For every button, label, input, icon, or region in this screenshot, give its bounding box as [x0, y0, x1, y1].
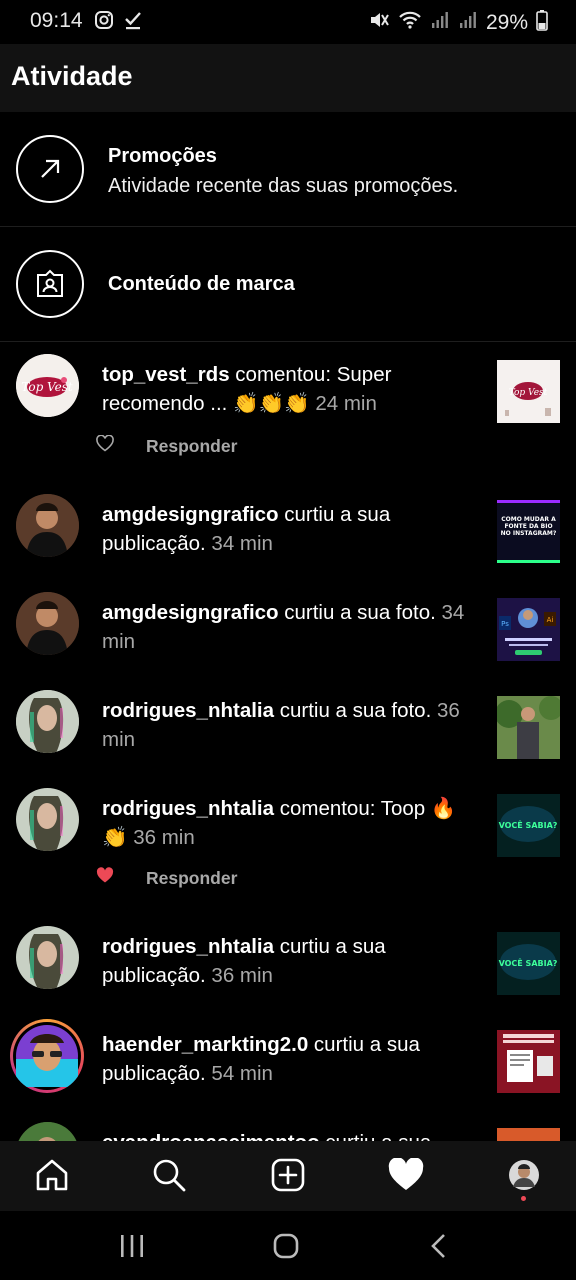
- avatar[interactable]: [16, 690, 79, 753]
- activity-item[interactable]: haender_markting2.0 curtiu a sua publica…: [0, 1018, 576, 1116]
- notification-dot: [521, 1196, 526, 1201]
- activity-item[interactable]: Top Vest top_vest_rds comentou: Super re…: [0, 342, 576, 482]
- post-thumbnail[interactable]: VOCÊ SABIA?: [497, 932, 560, 995]
- post-thumbnail[interactable]: [497, 1128, 560, 1141]
- reply-row: Responder: [96, 434, 237, 458]
- thumb-caption: COMO MUDAR A FONTE DA BIO NO INSTAGRAM?: [500, 516, 557, 537]
- avatar[interactable]: [16, 788, 79, 851]
- activity-item[interactable]: rodrigues_nhtalia curtiu a sua foto. 36 …: [0, 678, 576, 776]
- activity-text: top_vest_rds comentou: Super recomendo .…: [102, 363, 392, 415]
- back-icon[interactable]: [428, 1232, 450, 1265]
- reply-button[interactable]: Responder: [146, 436, 237, 457]
- avatar[interactable]: [16, 1122, 79, 1141]
- battery-percent: 29%: [485, 10, 528, 34]
- wifi-icon: [398, 10, 422, 35]
- story-ring-avatar[interactable]: [10, 1019, 84, 1093]
- reply-row: Responder: [96, 866, 237, 890]
- thumb-caption: VOCÊ SABIA?: [499, 957, 558, 968]
- like-comment-heart-icon[interactable]: [96, 434, 114, 457]
- activity-username[interactable]: rodrigues_nhtalia: [102, 935, 274, 958]
- liked-heart-icon[interactable]: [96, 867, 114, 889]
- svg-text:Ai: Ai: [547, 616, 554, 624]
- mute-icon: [368, 9, 390, 36]
- system-navigation: [0, 1211, 576, 1280]
- activity-text: rodrigues_nhtalia curtiu a sua foto. 36 …: [102, 699, 460, 751]
- signal-icon: [430, 10, 450, 35]
- activity-username[interactable]: rodrigues_nhtalia: [102, 797, 274, 820]
- bottom-navigation: [0, 1141, 576, 1211]
- activity-text: rodrigues_nhtalia curtiu a sua publicaçã…: [102, 935, 386, 987]
- activity-username[interactable]: haender_markting2.0: [102, 1033, 308, 1056]
- activity-text: amgdesigngrafico curtiu a sua foto. 34 m…: [102, 601, 465, 653]
- post-thumbnail[interactable]: VOCÊ SABIA?: [497, 794, 560, 857]
- post-thumbnail[interactable]: Ps Ai: [497, 598, 560, 661]
- search-icon[interactable]: [149, 1155, 189, 1195]
- page-title: Atividade: [11, 61, 133, 91]
- activity-item[interactable]: evandroanascimentoo curtiu a sua: [0, 1116, 576, 1141]
- status-time: 09:14: [30, 9, 83, 32]
- page-header: Atividade: [0, 44, 576, 112]
- activity-username[interactable]: top_vest_rds: [102, 363, 230, 386]
- thumb-logo-text: Top Vest: [509, 388, 548, 398]
- status-bar: 09:14 29%: [0, 0, 576, 44]
- branded-content-title: Conteúdo de marca: [108, 273, 295, 295]
- signal-icon: [458, 10, 478, 35]
- activity-item[interactable]: rodrigues_nhtalia comentou: Toop 🔥 👏 36 …: [0, 776, 576, 920]
- activity-item[interactable]: amgdesigngrafico curtiu a sua publicação…: [0, 482, 576, 580]
- promotions-subtitle: Atividade recente das suas promoções.: [108, 175, 459, 197]
- profile-avatar[interactable]: [504, 1155, 544, 1195]
- branded-content-row[interactable]: Conteúdo de marca: [0, 227, 576, 342]
- avatar[interactable]: Top Vest: [16, 354, 79, 417]
- activity-heart-icon[interactable]: [386, 1155, 426, 1195]
- activity-text: evandroanascimentoo curtiu a sua: [102, 1128, 480, 1141]
- check-icon: [124, 10, 142, 35]
- activity-item[interactable]: rodrigues_nhtalia curtiu a sua publicaçã…: [0, 920, 576, 1018]
- activity-username[interactable]: amgdesigngrafico: [102, 601, 279, 624]
- recent-apps-icon[interactable]: [118, 1233, 146, 1264]
- svg-text:Ps: Ps: [501, 620, 509, 628]
- avatar[interactable]: [16, 592, 79, 655]
- post-thumbnail[interactable]: COMO MUDAR A FONTE DA BIO NO INSTAGRAM?: [497, 500, 560, 563]
- promotions-title: Promoções: [108, 145, 217, 167]
- home-icon[interactable]: [32, 1155, 72, 1195]
- avatar[interactable]: [16, 494, 79, 557]
- activity-text: amgdesigngrafico curtiu a sua publicação…: [102, 503, 391, 555]
- activity-username[interactable]: rodrigues_nhtalia: [102, 699, 274, 722]
- new-post-icon[interactable]: [268, 1155, 308, 1195]
- arrow-up-right-icon: [16, 135, 84, 203]
- thumb-caption: VOCÊ SABIA?: [499, 819, 558, 830]
- activity-text: rodrigues_nhtalia comentou: Toop 🔥 👏 36 …: [102, 797, 457, 849]
- battery-icon: [536, 9, 548, 36]
- post-thumbnail[interactable]: [497, 696, 560, 759]
- activity-item[interactable]: amgdesigngrafico curtiu a sua foto. 34 m…: [0, 580, 576, 678]
- avatar[interactable]: [16, 926, 79, 989]
- post-thumbnail[interactable]: [497, 1030, 560, 1093]
- brand-badge-icon: [16, 250, 84, 318]
- post-thumbnail[interactable]: Top Vest: [497, 360, 560, 423]
- home-button-icon[interactable]: [272, 1232, 300, 1265]
- promotions-row[interactable]: Promoções Atividade recente das suas pro…: [0, 112, 576, 227]
- reply-button[interactable]: Responder: [146, 868, 237, 889]
- activity-username[interactable]: evandroanascimentoo: [102, 1131, 320, 1141]
- instagram-icon: [94, 10, 114, 35]
- activity-username[interactable]: amgdesigngrafico: [102, 503, 279, 526]
- activity-text: haender_markting2.0 curtiu a sua publica…: [102, 1033, 420, 1085]
